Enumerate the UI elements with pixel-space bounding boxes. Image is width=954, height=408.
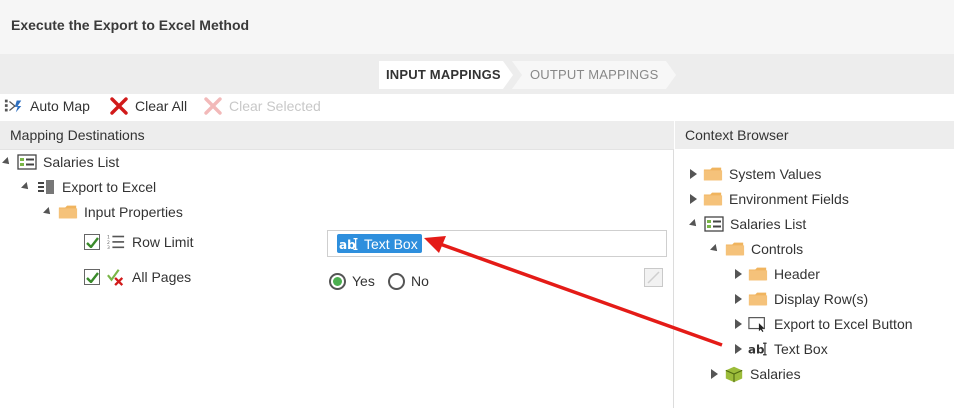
collapse-arrow-icon[interactable] <box>710 244 720 254</box>
row-limit-row: 1 2 3 Row Limit <box>84 231 193 253</box>
folder-icon <box>748 267 768 281</box>
context-item-export-to-excel-button[interactable]: Export to Excel Button <box>735 313 913 335</box>
context-item-salaries[interactable]: Salaries <box>711 363 801 385</box>
radio-no-label: No <box>411 273 429 289</box>
folder-icon <box>725 242 745 256</box>
context-item-environment-fields[interactable]: Environment Fields <box>690 188 849 210</box>
red-x-icon <box>110 97 128 115</box>
context-item-label: Export to Excel Button <box>774 316 913 332</box>
yes-no-icon <box>107 269 124 286</box>
context-item-label: Salaries List <box>730 216 807 232</box>
clear-all-label: Clear All <box>135 98 188 114</box>
context-item-header[interactable]: Header <box>735 263 820 285</box>
context-item-label: Salaries <box>750 366 801 382</box>
tree-label: Salaries List <box>43 154 120 170</box>
context-item-label: System Values <box>729 166 822 182</box>
token-label: Text Box <box>364 235 418 252</box>
textbox-icon: ab <box>748 343 767 357</box>
context-item-display-rows[interactable]: Display Row(s) <box>735 288 868 310</box>
expand-arrow-icon[interactable] <box>690 169 697 179</box>
expand-arrow-icon[interactable] <box>690 194 697 204</box>
dialog-title: Execute the Export to Excel Method <box>11 17 250 33</box>
context-item-label: Display Row(s) <box>774 291 869 307</box>
context-item-label: Controls <box>751 241 804 257</box>
tree-label: Export to Excel <box>62 179 157 195</box>
folder-icon <box>748 292 768 306</box>
auto-map-label: Auto Map <box>30 98 90 114</box>
row-limit-checkbox[interactable] <box>84 234 100 250</box>
radio-yes-label: Yes <box>352 273 375 289</box>
expand-arrow-icon[interactable] <box>711 369 718 379</box>
textbox-icon: ab <box>339 237 358 252</box>
wizard-step-bar: INPUT MAPPINGS OUTPUT MAPPINGS <box>0 54 954 94</box>
method-icon <box>38 180 54 194</box>
list-view-icon <box>17 154 37 170</box>
list-view-icon <box>704 216 724 232</box>
all-pages-radio-no[interactable]: No <box>388 270 429 292</box>
context-item-label: Header <box>774 266 820 282</box>
checkmark-icon <box>85 236 99 248</box>
mapping-toolbar: Auto Map Clear All Clear Selected <box>0 94 954 120</box>
svg-text:3: 3 <box>107 245 110 251</box>
folder-icon <box>58 205 78 219</box>
expand-arrow-icon[interactable] <box>735 319 742 329</box>
row-limit-label: Row Limit <box>132 234 194 250</box>
smartobject-icon <box>725 366 743 383</box>
all-pages-row: All Pages <box>84 266 191 288</box>
faded-x-icon <box>204 97 222 115</box>
expand-arrow-icon[interactable] <box>735 294 742 304</box>
text-box-token[interactable]: ab Text Box <box>337 234 422 253</box>
context-item-text-box[interactable]: ab Text Box <box>735 338 828 360</box>
all-pages-checkbox[interactable] <box>84 269 100 285</box>
checkmark-icon <box>85 271 99 283</box>
svg-text:ab: ab <box>748 343 764 357</box>
row-limit-mapping-field[interactable]: ab Text Box <box>327 230 667 257</box>
clear-selected-button[interactable]: Clear Selected <box>203 94 321 118</box>
radio-yes[interactable] <box>329 272 346 290</box>
numbered-list-icon: 1 2 3 <box>107 234 125 251</box>
collapse-arrow-icon[interactable] <box>2 157 12 167</box>
collapse-arrow-icon[interactable] <box>43 207 53 217</box>
tab-output-mappings[interactable]: OUTPUT MAPPINGS <box>512 61 676 89</box>
context-item-label: Text Box <box>774 341 828 357</box>
auto-map-button[interactable]: Auto Map <box>4 94 90 118</box>
tree-label: Input Properties <box>84 204 183 220</box>
folder-icon <box>703 167 723 181</box>
edit-icon <box>647 271 660 284</box>
tree-node-input-properties[interactable]: Input Properties <box>43 201 183 223</box>
context-item-label: Environment Fields <box>729 191 849 207</box>
mapping-destinations-header: Mapping Destinations <box>0 121 674 149</box>
tree-node-export-to-excel[interactable]: Export to Excel <box>21 176 157 198</box>
radio-no[interactable] <box>388 272 405 290</box>
clear-selected-label: Clear Selected <box>229 98 321 114</box>
tree-node-salaries-list[interactable]: Salaries List <box>2 151 120 173</box>
context-item-system-values[interactable]: System Values <box>690 163 821 185</box>
collapse-arrow-icon[interactable] <box>21 182 31 192</box>
context-browser-header: Context Browser <box>675 121 954 149</box>
dialog-header: Execute the Export to Excel Method <box>0 0 954 54</box>
expand-arrow-icon[interactable] <box>735 344 742 354</box>
svg-text:2: 2 <box>107 240 110 246</box>
tab-input-mappings[interactable]: INPUT MAPPINGS <box>379 61 513 89</box>
radio-selected-dot <box>333 276 342 286</box>
collapse-arrow-icon[interactable] <box>689 219 699 229</box>
all-pages-label: All Pages <box>132 269 192 285</box>
auto-map-icon <box>4 99 22 113</box>
expand-arrow-icon[interactable] <box>735 269 742 279</box>
clear-all-button[interactable]: Clear All <box>109 94 187 118</box>
folder-icon <box>703 192 723 206</box>
context-item-salaries-list[interactable]: Salaries List <box>689 213 807 235</box>
context-item-controls[interactable]: Controls <box>710 238 804 260</box>
all-pages-radio-yes[interactable]: Yes <box>329 270 375 292</box>
svg-text:1: 1 <box>107 234 110 240</box>
button-icon <box>748 317 765 333</box>
edit-value-button[interactable] <box>644 268 663 287</box>
